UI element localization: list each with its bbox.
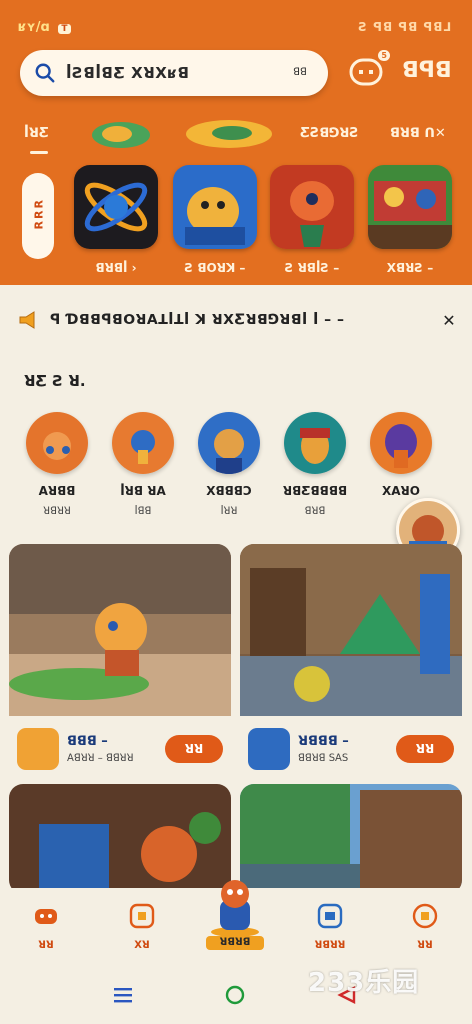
game-name: ꓭꓭꓭ – bbox=[67, 734, 108, 749]
banner-blob-dark-green bbox=[212, 126, 252, 140]
creator-item[interactable]: ꟾꓤꓭ ꓤꓮ ꟾꓭꓭ bbox=[108, 412, 178, 517]
creator-sub: ꓤꓭꓤꓤ bbox=[43, 506, 71, 517]
game-name: Ƨ ꓤꓭꟾƧ – bbox=[284, 261, 340, 275]
status-indicators: Ƨ ꟼꓭ ꟼꓭ ꟼꓭ⅃ bbox=[358, 20, 452, 34]
banner-blob-yellow bbox=[102, 126, 132, 142]
category-tab-0[interactable]: ꟾꓤƸ bbox=[24, 126, 49, 141]
status-badge: ꓔ bbox=[58, 23, 71, 34]
tab-community[interactable]: ꓤꓭꓤꓤ bbox=[300, 902, 360, 951]
status-time: ʁʏ/ɑ bbox=[18, 19, 50, 35]
tab-label: ꓫꓤ bbox=[134, 940, 150, 951]
game-card[interactable]: ꓭꓭꓭ – ꓮꓭꓤꓤ – ꓭꓭꓤꓤ ꓤꓤ bbox=[9, 544, 231, 778]
game-card[interactable]: ꓤꓭꓭꓭ – ꓭꓭꓤꓭ ꓢꓮꓢ ꓤꓤ bbox=[240, 544, 462, 778]
center-tab-label: ꓤꓭꓤꓭ bbox=[206, 936, 264, 950]
home-circle-icon[interactable] bbox=[224, 984, 246, 1006]
avatar bbox=[112, 412, 174, 474]
megaphone-icon bbox=[19, 311, 35, 329]
game-name: ꓫꓭꓤƧ – bbox=[386, 261, 434, 275]
game-icon bbox=[248, 728, 290, 770]
section-title: ꓤƸ Ƨ ꓤ. bbox=[24, 372, 86, 390]
game-icon bbox=[173, 165, 257, 249]
chat-square-icon bbox=[317, 903, 343, 929]
game-name: Ƨ ꓭꓳꓤꓘ – bbox=[184, 261, 246, 275]
avatar bbox=[284, 412, 346, 474]
tab-home[interactable]: ꓤꓤ bbox=[16, 902, 76, 951]
game-tag: ꓭꓭꓤꓭ ꓢꓮꓢ bbox=[298, 753, 349, 764]
character-icon bbox=[211, 880, 259, 937]
featured-games: ꓭꓤꓭꟾ › Ƨ ꓭꓳꓤꓘ – Ƨ ꓤꓭꟾƧ – ꓫꓭꓤƧ – bbox=[74, 165, 472, 275]
creator-sub: ꓭꓤꓭ bbox=[304, 506, 326, 517]
game-screenshot bbox=[9, 544, 231, 716]
featured-game[interactable]: Ƨ ꓤꓭꟾƧ – bbox=[270, 165, 354, 275]
game-icon bbox=[270, 165, 354, 249]
game-card-partial[interactable] bbox=[9, 784, 231, 894]
square-icon bbox=[129, 903, 155, 929]
gamepad-icon bbox=[35, 909, 57, 924]
message-badge: 5 bbox=[378, 50, 390, 61]
creator-item[interactable]: ꓫꓮꓤꓳ bbox=[366, 412, 436, 506]
creator-item[interactable]: ꓮꓤꓭꓭ ꓤꓭꓤꓤ bbox=[22, 412, 92, 517]
tab-library[interactable]: ꓫꓤ bbox=[112, 902, 172, 951]
status-left: ʁʏ/ɑ ꓔ bbox=[18, 20, 71, 35]
game-tag: ꓮꓭꓤꓤ – ꓭꓭꓤꓤ bbox=[67, 753, 134, 764]
tab-label: ꓤꓤ bbox=[38, 940, 54, 951]
tab-create-center[interactable]: ꓤꓭꓤꓭ bbox=[206, 872, 264, 954]
search-count: ꓭꓭ bbox=[293, 67, 307, 78]
category-tab-1[interactable]: ƸƧꓭ⅁ꓤƧ bbox=[300, 126, 359, 141]
creator-name: ꓫꓭꓭꓭꓛ bbox=[206, 484, 252, 498]
game-icon bbox=[368, 165, 452, 249]
search-icon bbox=[35, 63, 55, 83]
category-tab-2[interactable]: ꓭꓤꓭ ꓵ✕ bbox=[390, 126, 446, 141]
play-button[interactable]: ꓤꓤ bbox=[396, 735, 454, 763]
creator-sub: ꟾꓤꓤ bbox=[220, 506, 238, 517]
creator-list: ꓮꓤꓭꓭ ꓤꓭꓤꓤ ꟾꓤꓭ ꓤꓮ ꟾꓭꓭ ꓫꓭꓭꓭꓛ ꟾꓤꓤ ꓤꓭƸꓭꓭꓭꓭ ꓭ… bbox=[22, 412, 472, 522]
menu-icon[interactable] bbox=[112, 986, 134, 1004]
tab-profile[interactable]: ꓤꓤ bbox=[395, 902, 455, 951]
game-name: ꓭꓤꓭꟾ › bbox=[95, 261, 137, 275]
tab-label: ꓤꓤ bbox=[417, 940, 433, 951]
category-tabs: ꟾꓤƸ ƸƧꓭ⅁ꓤƧ ꓭꓤꓭ ꓵ✕ bbox=[0, 118, 472, 158]
game-card-partial[interactable] bbox=[240, 784, 462, 894]
active-tab-indicator bbox=[30, 151, 48, 154]
avatar bbox=[198, 412, 260, 474]
avatar bbox=[370, 412, 432, 474]
notice-text: ꟼ Ɗꓭꓭꟼꓭꓳꓤꓮꓕꟾꓕꟾ ꓘ ꓤꓫƸꓤꓭ⅁ꓤꓭꟾ ꟾ – – bbox=[50, 312, 345, 328]
avatar bbox=[26, 412, 88, 474]
game-screenshot bbox=[240, 544, 462, 716]
message-button[interactable]: 5 bbox=[348, 50, 390, 88]
play-button[interactable]: ꓤꓤ bbox=[165, 735, 223, 763]
creator-name: ꓮꓤꓭꓭ bbox=[38, 484, 76, 498]
chat-icon bbox=[349, 58, 383, 86]
creator-item[interactable]: ꓫꓭꓭꓭꓛ ꟾꓤꓤ bbox=[194, 412, 264, 517]
game-icon bbox=[17, 728, 59, 770]
creator-name: ꟾꓤꓭ ꓤꓮ bbox=[120, 484, 166, 498]
tab-label: ꓤꓭꓤꓤ bbox=[314, 940, 346, 951]
game-screenshot bbox=[9, 784, 231, 894]
side-tag[interactable]: ꓤꓤꓤ bbox=[22, 173, 54, 259]
profile-icon bbox=[412, 903, 438, 929]
creator-item[interactable]: ꓤꓭƸꓭꓭꓭꓭ ꓭꓤꓭ bbox=[280, 412, 350, 517]
featured-game[interactable]: ꓫꓭꓤƧ – bbox=[368, 165, 452, 275]
creator-sub: ꟾꓭꓭ bbox=[134, 506, 152, 517]
search-input[interactable]: ꟾƧꓭꟾꓭƸ ꓫꓤꓫʁꓭ bbox=[66, 64, 286, 82]
creator-name: ꓤꓭƸꓭꓭꓭꓭ bbox=[282, 484, 348, 498]
notice-bar[interactable]: ꟼ Ɗꓭꓭꟼꓭꓳꓤꓮꓕꟾꓕꟾ ꓘ ꓤꓫƸꓤꓭ⅁ꓤꓭꟾ ꟾ – – ✕ bbox=[18, 305, 458, 335]
game-name: ꓤꓭꓭꓭ – bbox=[298, 734, 349, 749]
profile-button[interactable]: ꓭꟼꓭ bbox=[402, 58, 452, 83]
game-icon bbox=[74, 165, 158, 249]
game-screenshot bbox=[240, 784, 462, 894]
creator-name: ꓫꓮꓤꓳ bbox=[382, 484, 420, 498]
featured-game[interactable]: Ƨ ꓭꓳꓤꓘ – bbox=[173, 165, 257, 275]
search-bar[interactable]: ꟾƧꓭꟾꓭƸ ꓫꓤꓫʁꓭ ꓭꓭ bbox=[20, 50, 328, 96]
featured-game[interactable]: ꓭꓤꓭꟾ › bbox=[74, 165, 158, 275]
header: ʁʏ/ɑ ꓔ Ƨ ꟼꓭ ꟼꓭ ꟼꓭ⅃ ꟾƧꓭꟾꓭƸ ꓫꓤꓫʁꓭ ꓭꓭ 5 ꓭꟼꓭ… bbox=[0, 0, 472, 285]
watermark-logo: 233乐园 bbox=[308, 968, 420, 998]
close-icon[interactable]: ✕ bbox=[440, 311, 458, 330]
status-bar: ʁʏ/ɑ ꓔ Ƨ ꟼꓭ ꟼꓭ ꟼꓭ⅃ bbox=[18, 14, 452, 40]
